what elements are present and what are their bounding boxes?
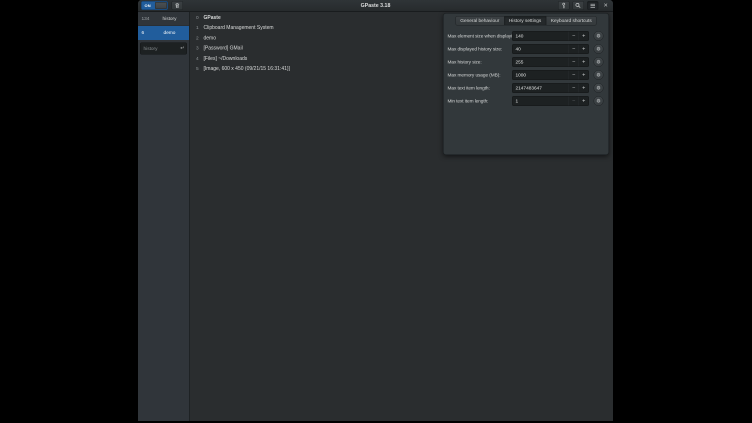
setting-spinbutton[interactable]: 1000 − + <box>512 70 589 80</box>
spin-minus-button[interactable]: − <box>569 32 579 41</box>
screen: ON GPaste 3.18 <box>138 0 613 421</box>
clipboard-item-text: demo <box>204 35 217 41</box>
clipboard-item-index: 4 <box>196 56 204 62</box>
history-item-count: 134 <box>142 16 154 22</box>
settings-rows: Max element size when displaying: 140 − … <box>444 26 609 108</box>
reset-icon: ⚙ <box>596 33 600 39</box>
setting-row: Max history size: 255 − + ⚙ <box>448 56 604 69</box>
spin-minus-button[interactable]: − <box>569 45 579 54</box>
empty-history-button[interactable] <box>172 1 184 10</box>
setting-spinbutton[interactable]: 255 − + <box>512 57 589 67</box>
spin-value[interactable]: 40 <box>513 46 569 52</box>
spin-plus-button[interactable]: + <box>579 58 589 67</box>
histories-list: 134 history 6 demo <box>138 12 189 40</box>
clipboard-item-text: Clipboard Management System <box>204 25 274 31</box>
trash-icon <box>175 3 181 9</box>
clipboard-item-index: 0 <box>196 15 204 21</box>
spin-minus-button[interactable]: − <box>569 71 579 80</box>
password-button[interactable] <box>558 1 570 10</box>
setting-row: Min text item length: 1 − + ⚙ <box>448 95 604 108</box>
settings-tab[interactable]: History settings <box>504 16 546 26</box>
setting-row: Max displayed history size: 40 − + ⚙ <box>448 43 604 56</box>
reset-button[interactable]: ⚙ <box>594 57 604 67</box>
history-list-item[interactable]: 6 demo <box>138 26 189 40</box>
spin-plus-button[interactable]: + <box>579 71 589 80</box>
settings-tabs: General behaviour History settings Keybo… <box>444 16 609 26</box>
menu-icon <box>590 3 596 8</box>
settings-popover: General behaviour History settings Keybo… <box>443 13 609 155</box>
history-list-item[interactable]: 134 history <box>138 12 189 26</box>
spin-value[interactable]: 1 <box>513 98 569 104</box>
setting-label: Max displayed history size: <box>448 46 513 52</box>
history-item-name: demo <box>154 30 186 36</box>
switch-on-label: ON <box>145 3 151 8</box>
search-button[interactable] <box>572 1 584 10</box>
clipboard-item-index: 2 <box>196 35 204 41</box>
reset-button[interactable]: ⚙ <box>594 31 604 41</box>
clipboard-item-index: 5 <box>196 66 204 72</box>
setting-spinbutton[interactable]: 1 − + <box>512 96 589 106</box>
setting-row: Max memory usage (MB): 1000 − + ⚙ <box>448 69 604 82</box>
reset-button[interactable]: ⚙ <box>594 83 604 93</box>
spin-plus-button[interactable]: + <box>579 45 589 54</box>
clipboard-item-index: 3 <box>196 46 204 52</box>
settings-menu-button[interactable] <box>587 1 599 10</box>
settings-tab[interactable]: Keyboard shortcuts <box>546 16 597 26</box>
header-right-group: ✕ <box>558 1 610 10</box>
header-left-group: ON <box>141 1 183 10</box>
setting-label: Max element size when displaying: <box>448 33 513 39</box>
spin-value[interactable]: 1000 <box>513 72 569 78</box>
clipboard-item-text: [Files] ~/Downloads <box>204 56 248 62</box>
setting-label: Max history size: <box>448 59 513 65</box>
window-title: GPaste 3.18 <box>138 3 613 9</box>
spin-plus-button[interactable]: + <box>579 84 589 93</box>
spin-plus-button[interactable]: + <box>579 32 589 41</box>
new-history-entry[interactable]: ↵ <box>140 43 187 55</box>
switch-handle[interactable] <box>155 2 167 9</box>
gpaste-window: ON GPaste 3.18 <box>138 0 613 421</box>
setting-spinbutton[interactable]: 2147483647 − + <box>512 83 589 93</box>
setting-label: Min text item length: <box>448 98 513 104</box>
spin-value[interactable]: 2147483647 <box>513 85 569 91</box>
setting-spinbutton[interactable]: 40 − + <box>512 44 589 54</box>
spin-minus-button[interactable]: − <box>569 58 579 67</box>
setting-label: Max text item length: <box>448 85 513 91</box>
clipboard-item-index: 1 <box>196 25 204 31</box>
tracking-switch[interactable]: ON <box>141 1 168 10</box>
reset-icon: ⚙ <box>596 72 600 78</box>
new-history-input[interactable] <box>143 45 181 52</box>
history-item-count: 6 <box>142 30 154 36</box>
reset-icon: ⚙ <box>596 46 600 52</box>
histories-sidebar: 134 history 6 demo ↵ <box>138 12 190 421</box>
spin-minus-button[interactable]: − <box>569 84 579 93</box>
history-item-name: history <box>154 16 186 22</box>
reset-icon: ⚙ <box>596 85 600 91</box>
settings-tab[interactable]: General behaviour <box>455 16 504 26</box>
setting-row: Max element size when displaying: 140 − … <box>448 30 604 43</box>
spin-plus-button[interactable]: + <box>579 97 589 106</box>
header-bar: ON GPaste 3.18 <box>138 0 613 12</box>
reset-icon: ⚙ <box>596 98 600 104</box>
spin-value[interactable]: 140 <box>513 33 569 39</box>
reset-button[interactable]: ⚙ <box>594 44 604 54</box>
reset-button[interactable]: ⚙ <box>594 96 604 106</box>
setting-row: Max text item length: 2147483647 − + ⚙ <box>448 82 604 95</box>
key-icon <box>561 2 566 9</box>
search-icon <box>575 3 581 9</box>
close-button[interactable]: ✕ <box>601 2 610 10</box>
reset-button[interactable]: ⚙ <box>594 70 604 80</box>
setting-label: Max memory usage (MB): <box>448 72 513 78</box>
clipboard-item-text: [Password] GMail <box>204 46 243 52</box>
spin-minus-button[interactable]: − <box>569 97 579 106</box>
spin-value[interactable]: 255 <box>513 59 569 65</box>
clipboard-item-text: GPaste <box>204 15 221 21</box>
reset-icon: ⚙ <box>596 59 600 65</box>
clipboard-item-text: [Image, 600 x 450 (09/21/15 16:31:41)] <box>204 66 290 72</box>
setting-spinbutton[interactable]: 140 − + <box>512 31 589 41</box>
close-icon: ✕ <box>603 2 608 8</box>
enter-icon: ↵ <box>180 46 184 51</box>
